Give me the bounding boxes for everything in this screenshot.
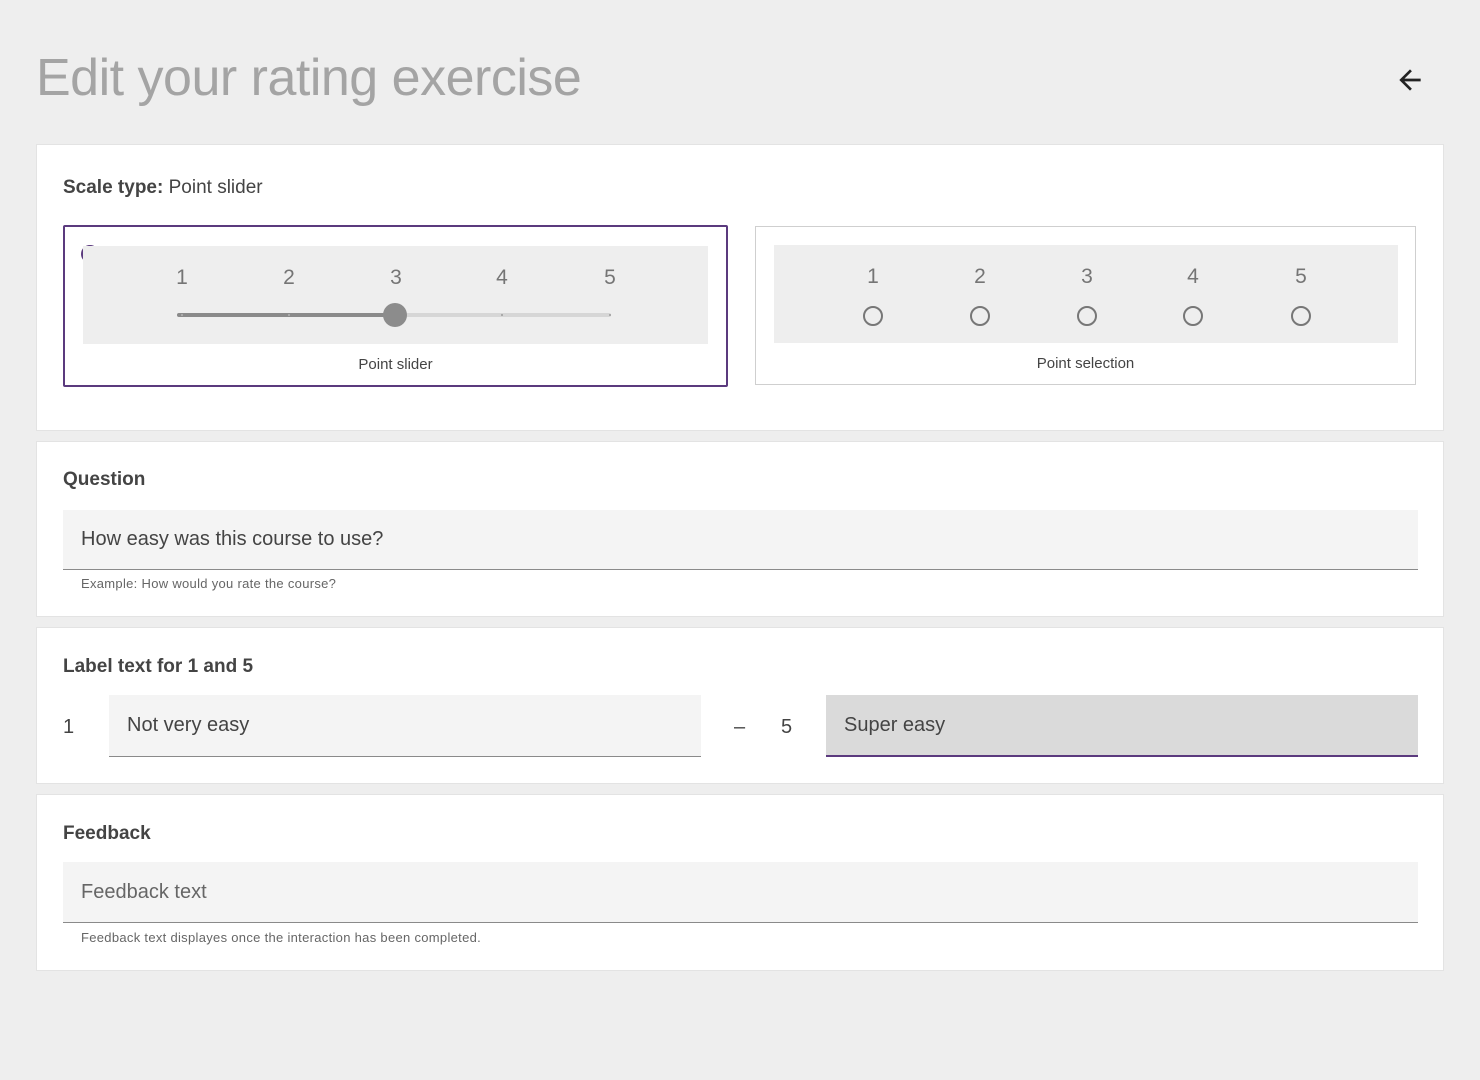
question-heading: Question (63, 469, 146, 490)
slider-tick (609, 314, 611, 316)
high-label-input[interactable]: Super easy (826, 695, 1418, 757)
slider-thumb (383, 303, 407, 327)
label-text-heading: Label text for 1 and 5 (63, 656, 254, 677)
slider-number: 3 (390, 266, 402, 289)
low-label-input[interactable]: Not very easy (109, 695, 701, 757)
feedback-hint: Feedback text displayes once the interac… (81, 930, 482, 945)
selection-number: 1 (867, 265, 879, 288)
question-value: How easy was this course to use? (81, 528, 384, 550)
question-hint: Example: How would you rate the course? (81, 576, 337, 591)
selection-preview: 1 2 3 4 5 (774, 245, 1398, 343)
feedback-input[interactable]: Feedback text (63, 862, 1418, 923)
back-button[interactable] (1388, 58, 1432, 102)
low-label-value: Not very easy (127, 714, 250, 736)
point-selection-caption: Point selection (1036, 355, 1135, 372)
radio-circle-icon (970, 306, 990, 326)
slider-number: 1 (176, 266, 188, 289)
slider-preview: 1 2 3 4 5 (83, 246, 708, 344)
high-label-value: Super easy (844, 713, 946, 736)
selection-number: 2 (974, 265, 986, 288)
label-separator: – (734, 716, 746, 738)
point-selection-option[interactable]: 1 2 3 4 5 Point selection (755, 226, 1416, 385)
slider-track-fill (177, 313, 393, 317)
point-slider-option[interactable]: 1 2 3 4 5 Point slider (63, 225, 728, 387)
scale-type-label: Scale type: (63, 177, 164, 198)
slider-tick (181, 314, 183, 316)
selection-number: 5 (1295, 265, 1307, 288)
scale-type-heading: Scale type: Point slider (63, 177, 263, 199)
point-slider-caption: Point slider (358, 356, 433, 373)
selection-number: 4 (1187, 265, 1199, 288)
slider-number: 4 (496, 266, 508, 289)
slider-tick (288, 314, 290, 316)
arrow-left-icon (1399, 69, 1421, 91)
radio-circle-icon (863, 306, 883, 326)
selection-number: 3 (1081, 265, 1093, 288)
slider-number: 2 (283, 266, 295, 289)
radio-circle-icon (1291, 306, 1311, 326)
high-label-number: 5 (781, 716, 793, 738)
scale-type-value: Point slider (163, 177, 263, 198)
page-title: Edit your rating exercise (36, 49, 582, 107)
label-text-card: Label text for 1 and 5 1 Not very easy –… (36, 627, 1444, 784)
radio-circle-icon (1077, 306, 1097, 326)
feedback-card: Feedback Feedback text Feedback text dis… (36, 794, 1444, 971)
question-input[interactable]: How easy was this course to use? (63, 510, 1418, 570)
feedback-heading: Feedback (63, 823, 151, 844)
feedback-placeholder: Feedback text (81, 880, 207, 903)
slider-tick (501, 314, 503, 316)
scale-type-card: Scale type: Point slider 1 2 3 4 5 Point… (36, 144, 1444, 431)
question-card: Question How easy was this course to use… (36, 441, 1444, 617)
radio-circle-icon (1183, 306, 1203, 326)
low-label-number: 1 (63, 716, 75, 738)
slider-number: 5 (604, 266, 616, 289)
